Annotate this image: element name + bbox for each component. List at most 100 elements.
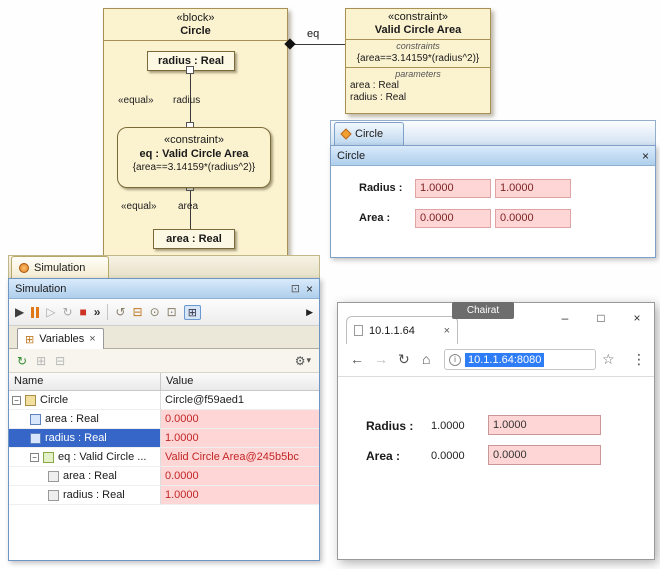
close-icon[interactable]: × [306, 282, 313, 296]
row-name-cell[interactable]: − eq : Valid Circle ... [9, 448, 161, 467]
variable-name: eq : Valid Circle ... [58, 451, 146, 463]
constraint-property-node[interactable]: «constraint» eq : Valid Circle Area {are… [117, 127, 271, 188]
step-over-button[interactable]: ↻ [62, 305, 72, 319]
chevron-down-icon: ▾ [306, 355, 311, 366]
constraint-block[interactable]: «constraint» Valid Circle Area constrain… [345, 8, 491, 114]
settings-button[interactable]: ⚙ ▾ [295, 354, 311, 368]
address-bar[interactable]: i 10.1.1.64:8080 [444, 349, 596, 370]
minimize-button[interactable]: – [551, 307, 579, 329]
value-property-icon [30, 414, 41, 425]
toolbar-overflow-icon[interactable]: ▶ [306, 305, 313, 319]
row-value-cell[interactable]: 1.0000 [161, 429, 319, 448]
tab-close-icon[interactable]: × [444, 325, 450, 337]
info-icon[interactable]: i [449, 354, 461, 366]
simulation-icon [19, 263, 29, 273]
row-value-cell[interactable]: 0.0000 [161, 467, 319, 486]
url-text-selected[interactable]: 10.1.1.64:8080 [465, 353, 544, 367]
column-name[interactable]: Name [9, 373, 161, 390]
page-icon [354, 325, 363, 336]
constraint-name: eq : Valid Circle Area [118, 147, 270, 161]
radius-port [186, 66, 194, 74]
home-icon[interactable]: ⌂ [422, 351, 430, 367]
constraint-block-header: «constraint» Valid Circle Area [346, 9, 490, 40]
float-window-icon[interactable]: ⊡ [291, 282, 300, 295]
tab-variables[interactable]: ⊞ Variables × [17, 328, 104, 349]
gear-icon: ⚙ [295, 354, 306, 368]
constraint-expression: {area==3.14159*(radius^2)} [118, 161, 270, 175]
close-icon[interactable]: × [642, 149, 649, 163]
constraint-expression: {area==3.14159*(radius^2)} [346, 52, 490, 65]
constraints-compartment: constraints {area==3.14159*(radius^2)} [346, 40, 490, 68]
back-icon[interactable]: ← [350, 351, 364, 367]
variable-name: radius : Real [45, 432, 107, 444]
constraints-header: constraints [346, 41, 490, 52]
row-name-cell[interactable]: area : Real [9, 410, 161, 429]
tab-simulation[interactable]: Simulation [11, 256, 109, 278]
row-value-cell[interactable]: 0.0000 [161, 410, 319, 429]
bookmark-star-icon[interactable]: ☆ [602, 351, 615, 368]
pause-button[interactable] [31, 307, 39, 318]
maximize-button[interactable]: □ [587, 307, 615, 329]
auto-open-toggle[interactable]: ⊞ [184, 305, 201, 320]
variable-name: Circle [40, 394, 68, 406]
browser-menu-icon[interactable]: ⋮ [632, 351, 646, 368]
browser-tab-title: 10.1.1.64 [369, 325, 415, 337]
refresh-button[interactable]: ↻ [17, 354, 27, 368]
area-label: Area : [359, 212, 390, 224]
table-row[interactable]: radius : Real 1.0000 [9, 486, 319, 505]
row-name-cell[interactable]: radius : Real [9, 486, 161, 505]
area-input-field[interactable]: 0.0000 [495, 209, 571, 228]
options-button[interactable]: ⊡ [167, 305, 177, 319]
radius-value-field[interactable]: 1.0000 [415, 179, 491, 198]
simulation-title: Simulation [15, 283, 66, 295]
area-property-box[interactable]: area : Real [153, 229, 235, 249]
browser-tab[interactable]: 10.1.1.64 × [346, 316, 458, 344]
radius-label: Radius : [359, 182, 402, 194]
export-button[interactable]: ⊞ [36, 354, 46, 368]
area-input-field[interactable]: 0.0000 [488, 445, 601, 465]
parameters-compartment: parameters area : Real radius : Real [346, 68, 490, 106]
table-row[interactable]: − Circle Circle@f59aed1 [9, 391, 319, 410]
simulation-tabstrip: Simulation [8, 255, 320, 278]
value-property-icon [30, 433, 41, 444]
radius-input-field[interactable]: 1.0000 [495, 179, 571, 198]
trigger-button[interactable]: ↺ [115, 305, 125, 319]
equal-stereotype-label: «equal» [118, 95, 154, 106]
animation-button[interactable]: ⊟ [133, 305, 143, 319]
table-row[interactable]: − eq : Valid Circle ... Valid Circle Are… [9, 448, 319, 467]
simulation-titlebar: Simulation ⊡ × [9, 279, 319, 299]
close-button[interactable]: × [623, 307, 651, 329]
area-value-field[interactable]: 0.0000 [415, 209, 491, 228]
step-into-button[interactable]: ▷ [46, 305, 55, 319]
radius-input-field[interactable]: 1.0000 [488, 415, 601, 435]
table-row[interactable]: area : Real 0.0000 [9, 467, 319, 486]
row-value-cell[interactable]: 1.0000 [161, 486, 319, 505]
expand-toggle[interactable]: − [30, 453, 39, 462]
run-button[interactable]: ▶ [15, 305, 24, 319]
breakpoint-button[interactable]: ⊙ [150, 305, 160, 319]
fast-forward-button[interactable]: » [94, 305, 101, 319]
row-name-cell[interactable]: area : Real [9, 467, 161, 486]
expand-toggle[interactable]: − [12, 396, 21, 405]
minus-icon: − [32, 454, 37, 461]
row-name-cell[interactable]: − Circle [9, 391, 161, 410]
tab-simulation-label: Simulation [34, 262, 85, 274]
tab-circle[interactable]: Circle [334, 122, 404, 145]
block-circle-header: «block» Circle [104, 9, 287, 41]
reload-icon[interactable]: ↻ [398, 351, 410, 367]
close-icon[interactable]: × [89, 333, 95, 345]
row-name-cell-selected[interactable]: radius : Real [9, 429, 161, 448]
table-row[interactable]: area : Real 0.0000 [9, 410, 319, 429]
row-value-cell[interactable]: Circle@f59aed1 [161, 391, 319, 410]
forward-icon[interactable]: → [374, 351, 388, 367]
simulation-panel: Simulation ⊡ × ▶ ▷ ↻ ■ » ↺ ⊟ ⊙ ⊡ ⊞ ▶ ⊞ V… [8, 278, 320, 561]
variables-toolbar: ↻ ⊞ ⊟ ⚙ ▾ [9, 349, 319, 373]
radius-role-label: radius [173, 95, 200, 106]
constraint-icon [43, 452, 54, 463]
column-value[interactable]: Value [161, 373, 319, 390]
row-value-cell[interactable]: Valid Circle Area@245b5bc [161, 448, 319, 467]
terminate-button[interactable]: ■ [80, 305, 87, 319]
variables-tabrow: ⊞ Variables × [9, 326, 319, 349]
collapse-button[interactable]: ⊟ [55, 354, 65, 368]
table-row[interactable]: radius : Real 1.0000 [9, 429, 319, 448]
